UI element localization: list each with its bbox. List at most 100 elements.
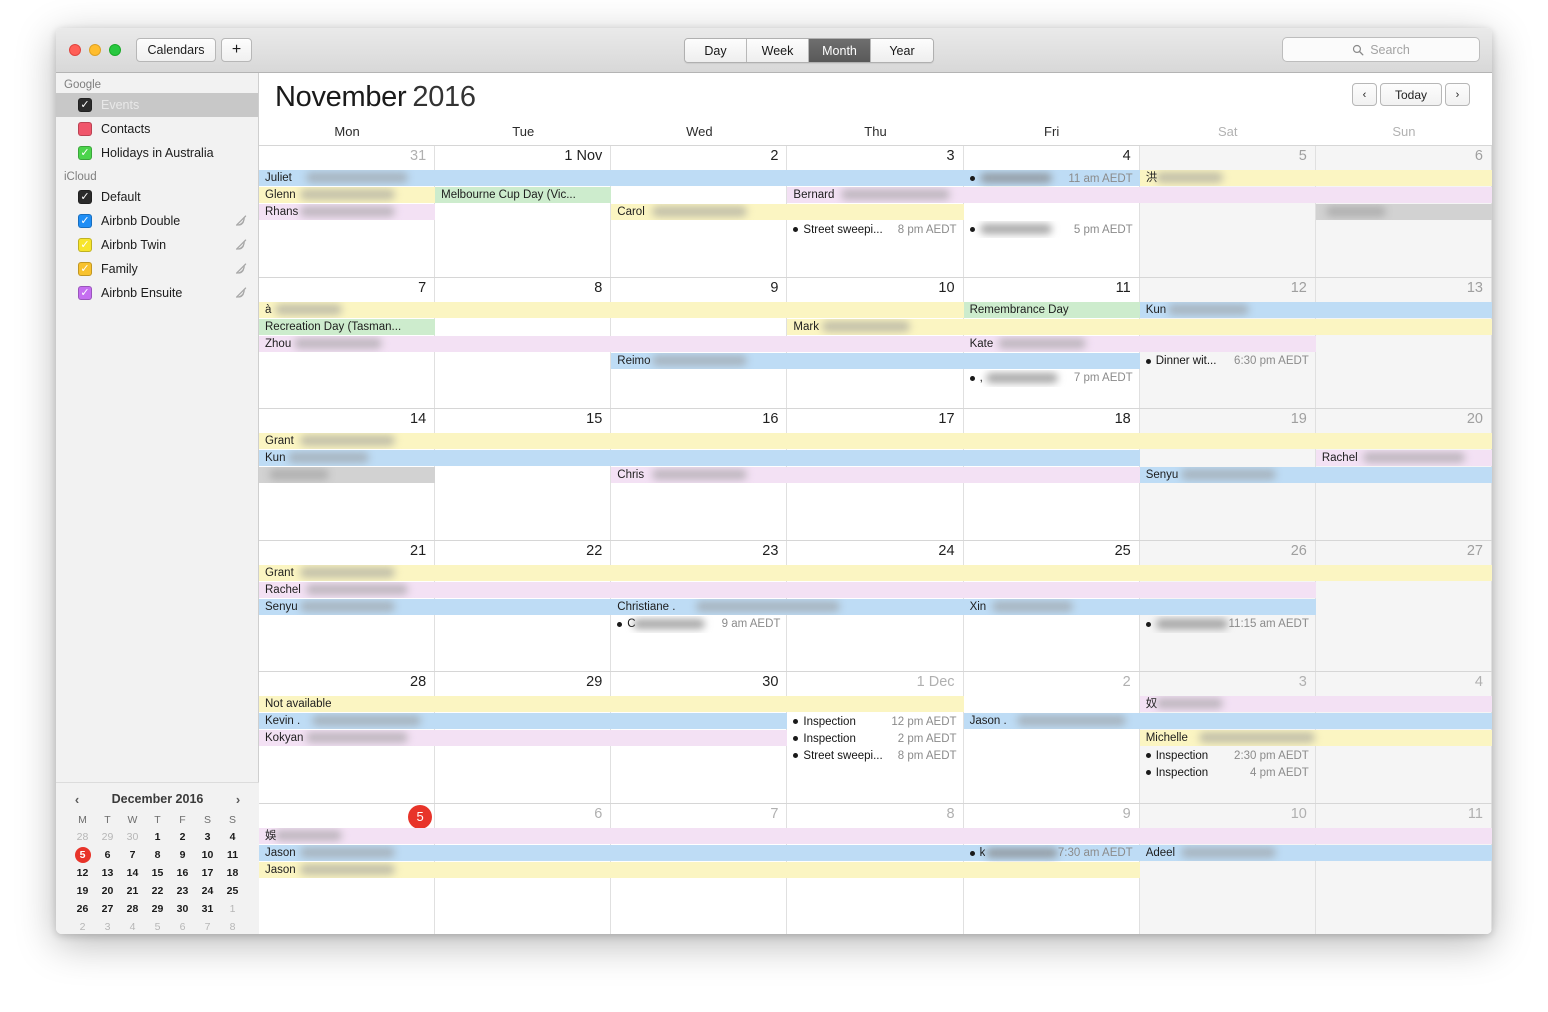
mini-calendar-day[interactable]: 22 [145,883,170,900]
calendar-checkbox[interactable]: ✓ [78,190,92,204]
all-day-event[interactable]: Kun [1139,301,1492,318]
day-cell[interactable]: 10 [1139,803,1316,934]
mini-calendar-day[interactable]: 18 [220,865,245,882]
search-input[interactable]: Search [1282,37,1480,62]
timed-event[interactable]: 5 pm AEDT [964,221,1140,238]
view-mode-segmented-control[interactable]: Day Week Month Year [684,38,934,63]
mini-calendar-day[interactable]: 15 [145,865,170,882]
mini-calendar-day[interactable]: 6 [95,847,120,864]
timed-event[interactable]: Street sweepi... 8 pm AEDT [787,221,963,238]
day-cell[interactable]: 5 [1139,146,1316,277]
mini-calendar-day[interactable]: 7 [195,919,220,934]
mini-calendar-day[interactable]: 9 [170,847,195,864]
all-day-event[interactable]: 奴 [1139,696,1492,712]
mini-calendar-day[interactable]: 30 [120,829,145,846]
mini-calendar-day[interactable]: 1 [145,829,170,846]
mini-calendar-day[interactable]: 21 [120,883,145,900]
day-cell[interactable]: 4 [964,146,1140,277]
mini-calendar-day[interactable]: 20 [95,883,120,900]
day-cell[interactable]: 11 [1315,803,1492,934]
mini-calendar-day[interactable]: 24 [195,883,220,900]
timed-event[interactable]: Inspection 12 pm AEDT [787,713,963,730]
day-cell[interactable]: 2 [964,672,1140,803]
all-day-event[interactable]: Adeel [1139,844,1492,861]
timed-event[interactable]: 11 am AEDT [964,170,1140,187]
all-day-event[interactable]: 洪 [1139,170,1492,186]
all-day-event[interactable]: Rachel [1315,450,1492,466]
mini-calendar-day[interactable]: 16 [170,865,195,882]
mini-calendar-day[interactable]: 26 [70,901,95,918]
sidebar-item-events[interactable]: ✓ Events [56,93,258,117]
all-day-event[interactable]: Not available [259,696,964,712]
all-day-event[interactable] [1315,204,1492,220]
sidebar-item-airbnb-ensuite[interactable]: ✓ Airbnb Ensuite [56,281,258,305]
mini-calendar-day[interactable]: 14 [120,865,145,882]
all-day-event[interactable]: Jason . [963,713,1492,729]
mini-calendar-day[interactable]: 29 [95,829,120,846]
mini-calendar-day[interactable]: 29 [145,901,170,918]
all-day-event[interactable]: Christiane . [611,598,964,615]
all-day-event[interactable]: Recreation Day (Tasman... [259,318,436,335]
timed-event[interactable]: Inspection 2:30 pm AEDT [1140,747,1316,764]
tab-day[interactable]: Day [685,39,747,62]
sidebar-item-family[interactable]: ✓ Family [56,257,258,281]
all-day-event[interactable]: Senyu [259,598,612,615]
timed-event[interactable]: Dinner wit... 6:30 pm AEDT [1140,353,1316,370]
calendar-checkbox[interactable]: ✓ [78,238,92,252]
mini-calendar-day[interactable]: 2 [170,829,195,846]
zoom-window-button[interactable] [109,44,121,56]
all-day-event[interactable]: Melbourne Cup Day (Vic... [435,187,612,203]
all-day-event[interactable]: Kevin . [259,713,788,729]
previous-month-button[interactable]: ‹ [1352,83,1377,106]
all-day-event[interactable]: Kate [963,335,1316,352]
tab-month[interactable]: Month [809,39,871,62]
calendar-checkbox[interactable]: ✓ [78,262,92,276]
mini-calendar-today[interactable]: 5 [70,847,95,864]
all-day-event[interactable]: Rhans [259,204,436,220]
all-day-event[interactable] [963,318,1492,335]
all-day-event[interactable]: Bernard [787,187,1492,203]
mini-calendar-prev-button[interactable]: ‹ [70,792,84,807]
calendar-checkbox[interactable]: ✓ [78,286,92,300]
day-cell[interactable]: 1 Nov [435,146,612,277]
all-day-event[interactable]: Kun [259,450,1140,466]
mini-calendar-day[interactable]: 5 [145,919,170,934]
timed-event[interactable]: 11:15 am AEDT [1140,616,1316,633]
all-day-event[interactable]: Zhou [259,335,964,352]
all-day-event[interactable]: Remembrance Day [963,301,1140,318]
mini-calendar-day[interactable]: 28 [70,829,95,846]
all-day-event[interactable]: Carol [611,204,964,220]
day-cell[interactable]: 15 [435,409,612,540]
mini-calendar-day[interactable]: 31 [195,901,220,918]
today-button[interactable]: Today [1380,83,1442,106]
mini-calendar-day[interactable]: 11 [220,847,245,864]
all-day-event[interactable]: à [259,301,964,318]
all-day-event[interactable]: Grant [259,564,1492,581]
timed-event[interactable]: C9 am AEDT [611,616,787,633]
calendar-checkbox[interactable]: ✓ [78,214,92,228]
mini-calendar-day[interactable]: 13 [95,865,120,882]
all-day-event[interactable]: Chris [611,467,1140,483]
mini-calendar-day[interactable]: 3 [95,919,120,934]
all-day-event[interactable]: Reimo [611,352,1140,369]
timed-event[interactable]: Inspection 2 pm AEDT [787,730,963,747]
calendar-checkbox[interactable]: ✓ [78,98,92,112]
mini-calendar-day[interactable]: 8 [145,847,170,864]
sidebar-item-holidays-in-australia[interactable]: ✓ Holidays in Australia [56,141,258,165]
all-day-event[interactable]: Kokyan [259,730,788,746]
all-day-event[interactable]: Jason [259,861,1140,878]
add-event-button[interactable]: + [221,38,252,62]
mini-calendar-day[interactable]: 17 [195,865,220,882]
mini-calendar-day[interactable]: 27 [95,901,120,918]
mini-calendar-day[interactable]: 12 [70,865,95,882]
tab-year[interactable]: Year [871,39,933,62]
mini-calendar-day[interactable]: 8 [220,919,245,934]
day-cell[interactable]: 13 [1315,277,1492,408]
calendar-checkbox[interactable]: ✓ [78,146,92,160]
day-cell[interactable]: 27 [1315,540,1492,671]
next-month-button[interactable]: › [1445,83,1470,106]
mini-calendar-day[interactable]: 25 [220,883,245,900]
all-day-event[interactable]: Glenn [259,187,436,203]
tab-week[interactable]: Week [747,39,809,62]
minimize-window-button[interactable] [89,44,101,56]
